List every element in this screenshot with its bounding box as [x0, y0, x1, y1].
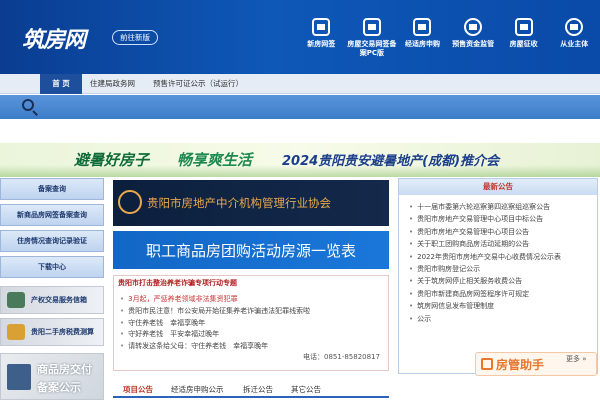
- contract-icon: [362, 18, 381, 36]
- contact-phone: 电话：0851-85820817: [303, 353, 380, 361]
- people-icon: [565, 18, 584, 36]
- more-link[interactable]: 更多 »: [566, 354, 587, 364]
- list-item[interactable]: 守好养老钱 平安幸福过晚年: [120, 329, 310, 341]
- tax-calculator-panel[interactable]: 贵阳二手房税费测算: [0, 318, 104, 346]
- list-item[interactable]: 贵阳市购房登记公示: [409, 263, 597, 275]
- announcement-list: 十一届市委第六轮巡察第四巡察组巡察公告 贵阳市房地产交易管理中心项目中标公告 贵…: [399, 195, 597, 325]
- helper-label: 房管助手: [496, 358, 545, 372]
- promo-line-2: 备案公示: [37, 381, 81, 394]
- fund-icon: [464, 18, 483, 36]
- calculator-icon: [7, 324, 25, 340]
- download-center-button[interactable]: 下载中心: [0, 256, 104, 278]
- list-item[interactable]: 贵阳市民注意！市公安局开始征集养老诈骗违法犯罪线索啦: [120, 306, 310, 318]
- nav-new-house[interactable]: 新房网签: [296, 6, 347, 68]
- helper-icon: [481, 358, 493, 370]
- banner-text-1: 避暑好房子: [74, 151, 150, 169]
- announcements-title: 最新公告: [399, 179, 597, 195]
- top-nav: 新房网签 房屋交易网签备案PC版 经适房申购 预售资金监管 房屋征收 从业主体: [296, 6, 600, 68]
- tab-presale-permit[interactable]: 预售许可证公示（试运行）: [153, 74, 243, 94]
- list-item[interactable]: 贵阳市房地产交易管理中心项目中标公告: [409, 213, 597, 225]
- housing-record-verify-button[interactable]: 住房情况查询记录验证: [0, 230, 104, 252]
- association-title: 贵阳市房地产中介机构管理行业协会: [147, 196, 331, 210]
- nav-presale-fund[interactable]: 预售资金监管: [448, 6, 499, 68]
- new-contract-query-button[interactable]: 新商品房网签备案查询: [0, 204, 104, 226]
- search-bar: [0, 95, 600, 119]
- filing-query-button[interactable]: 备案查询: [0, 178, 104, 200]
- list-item[interactable]: 贵阳市新建商品房网签程序许可规定: [409, 288, 597, 300]
- list-item[interactable]: 贵阳市房地产交易管理中心项目公告: [409, 226, 597, 238]
- banner-text-2: 畅享爽生活: [177, 151, 253, 169]
- list-item[interactable]: 请转发这条给父母：守住养老钱 幸福享晚年: [120, 341, 310, 353]
- tab-affordable-notice[interactable]: 经适房申购公示: [171, 384, 224, 395]
- association-banner[interactable]: 贵阳市房地产中介机构管理行业协会: [113, 180, 389, 226]
- list-item[interactable]: 守住养老钱 幸福享晚年: [120, 318, 310, 330]
- list-item[interactable]: 3月起，严惩养老领域非法集资犯罪: [120, 294, 310, 306]
- apply-icon: [413, 18, 432, 36]
- new-version-button[interactable]: 前往新版: [112, 30, 158, 45]
- banner-text-3: 2024贵阳贵安避暑地产(成都)推介会: [282, 154, 500, 169]
- anti-fraud-notice: 贵阳市打击整治养老诈骗专项行动专题 3月起，严惩养老领域非法集资犯罪 贵阳市民注…: [113, 275, 389, 371]
- nav-affordable-housing[interactable]: 经适房申购: [397, 6, 448, 68]
- search-icon[interactable]: [22, 99, 34, 111]
- list-item[interactable]: 公示: [409, 313, 597, 325]
- list-item[interactable]: 关于筑房网停止相关服务收费公告: [409, 275, 597, 287]
- nav-expropriation[interactable]: 房屋征收: [498, 6, 549, 68]
- mailbox-label: 产权交易服务信箱: [31, 296, 87, 304]
- tab-other-notice[interactable]: 其它公告: [291, 384, 321, 395]
- promo-banner[interactable]: 避暑好房子 畅享爽生活 2024贵阳贵安避暑地产(成都)推介会: [0, 143, 600, 177]
- property-mailbox-panel[interactable]: 产权交易服务信箱: [0, 286, 104, 314]
- latest-announcements: 最新公告 十一届市委第六轮巡察第四巡察组巡察公告 贵阳市房地产交易管理中心项目中…: [398, 178, 598, 374]
- list-item[interactable]: 十一届市委第六轮巡察第四巡察组巡察公告: [409, 201, 597, 213]
- list-item[interactable]: 关于职工团购商品房活动延期的公告: [409, 238, 597, 250]
- group-purchase-title: 职工商品房团购活动房源一览表: [145, 242, 356, 260]
- delivery-filing-promo[interactable]: 商品房交付 备案公示: [0, 353, 104, 400]
- notice-heading[interactable]: 贵阳市打击整治养老诈骗专项行动专题: [118, 278, 237, 288]
- site-header: 筑房网 前往新版 新房网签 房屋交易网签备案PC版 经适房申购 预售资金监管 房…: [0, 0, 600, 74]
- list-item[interactable]: 筑房网信息发布管理制度: [409, 300, 597, 312]
- group-purchase-banner[interactable]: 职工商品房团购活动房源一览表: [113, 231, 389, 269]
- tab-project-notice[interactable]: 项目公告: [123, 384, 153, 395]
- expropriation-icon: [514, 18, 533, 36]
- promo-line-1: 商品房交付: [37, 363, 92, 376]
- notice-list: 3月起，严惩养老领域非法集资犯罪 贵阳市民注意！市公安局开始征集养老诈骗违法犯罪…: [120, 294, 310, 353]
- tab-bar: 首 页 住建局政务网 预售许可证公示（试运行）: [0, 74, 600, 94]
- mailbox-icon: [7, 292, 25, 308]
- list-item[interactable]: 2022年贵阳市房地产交易中心收费情况公示表: [409, 251, 597, 263]
- site-logo[interactable]: 筑房网: [22, 22, 86, 54]
- tab-home[interactable]: 首 页: [40, 74, 82, 94]
- nav-contract-pc[interactable]: 房屋交易网签备案PC版: [347, 6, 398, 68]
- tab-demolition-notice[interactable]: 拆迁公告: [243, 384, 273, 395]
- house-icon: [312, 18, 331, 36]
- building-icon: [7, 364, 31, 390]
- tax-calculator-label: 贵阳二手房税费测算: [31, 328, 94, 336]
- nav-practitioners[interactable]: 从业主体: [549, 6, 600, 68]
- tab-housing-bureau[interactable]: 住建局政务网: [90, 74, 135, 94]
- announcement-tabs: 项目公告 经适房申购公示 拆迁公告 其它公告: [113, 382, 389, 398]
- association-logo-icon: [118, 190, 142, 214]
